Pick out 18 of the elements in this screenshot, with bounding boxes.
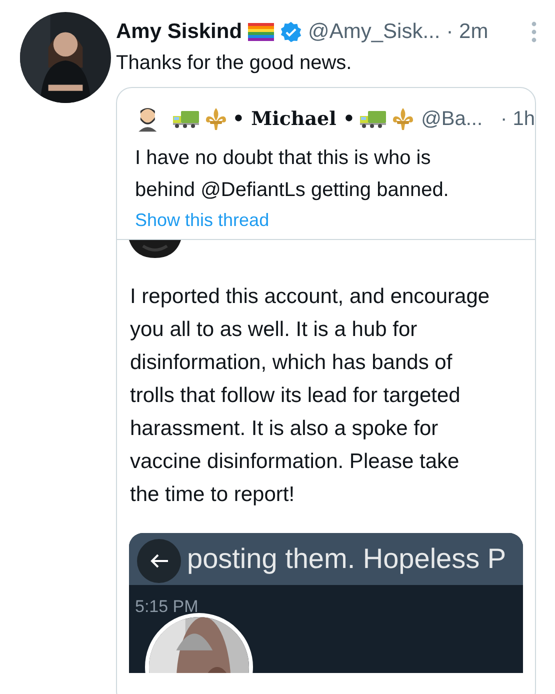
rainbow-flag-icon xyxy=(248,23,274,41)
back-arrow-icon xyxy=(149,553,169,569)
tweet-text: Thanks for the good news. xyxy=(116,52,353,75)
fleur-de-lis-icon xyxy=(391,107,416,131)
quote-card[interactable] xyxy=(116,87,536,694)
caption-text: posting them. Hopeless P xyxy=(187,543,506,575)
truck-icon xyxy=(172,109,200,129)
author-name[interactable]: Amy Siskind xyxy=(116,20,242,44)
author-handle[interactable]: @Amy_Sisk... xyxy=(308,20,440,44)
quote-text: I have no doubt that this is who is behind @DefiantLs getting banned. xyxy=(135,146,450,203)
timestamp: · 2m xyxy=(446,20,488,44)
truck-icon xyxy=(359,109,388,129)
author-handle[interactable]: @Ba... xyxy=(421,108,483,130)
author-name[interactable]: • Michael • xyxy=(232,108,356,130)
timestamp: 5:15 PM xyxy=(134,596,198,617)
quoted-tweet-text: I reported this account, and encourage you all to as well. It is a hub for disinformation, which has bands of trolls that follow its lead for targeted harassment. It is also a spoke for vaccine disinformation. Please take the time to report! xyxy=(130,284,490,508)
timestamp: · 1h xyxy=(500,108,535,130)
fleur-de-lis-icon xyxy=(204,107,228,131)
